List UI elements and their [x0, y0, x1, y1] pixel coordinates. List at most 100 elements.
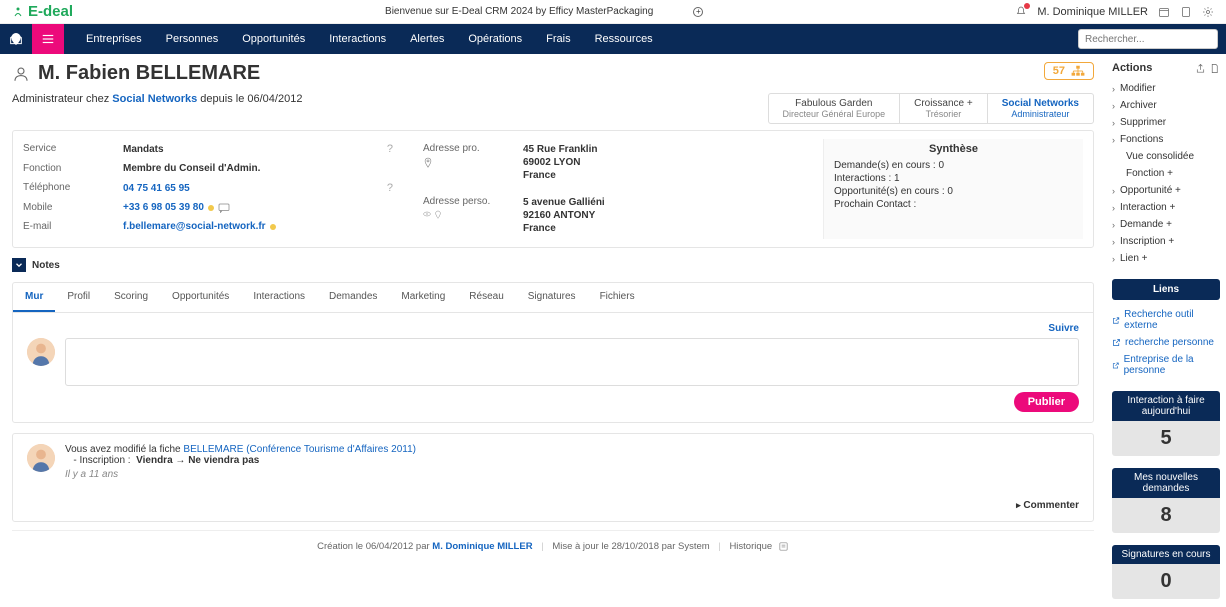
- addr-perso-block: 5 avenue Galliéni 92160 ANTONY France: [523, 196, 605, 235]
- record-footer: Création le 06/04/2012 par M. Dominique …: [12, 530, 1094, 562]
- value-mobile[interactable]: +33 6 98 05 39 80: [123, 202, 204, 213]
- help-icon[interactable]: ?: [387, 143, 393, 155]
- company-tab-1[interactable]: Fabulous Garden Directeur Général Europe: [769, 94, 901, 123]
- document-icon[interactable]: [1209, 63, 1220, 74]
- nav-item-frais[interactable]: Frais: [534, 25, 582, 53]
- action-fonctions[interactable]: ›Fonctions: [1112, 131, 1220, 148]
- addr-pro-block: 45 Rue Franklin 69002 LYON France: [523, 143, 597, 182]
- status-dot-icon: [208, 205, 214, 211]
- nav-item-ressources[interactable]: Ressources: [583, 25, 665, 53]
- chevron-right-icon: ›: [1112, 135, 1115, 145]
- action-lien[interactable]: ›Lien +: [1112, 250, 1220, 267]
- tab-fichiers[interactable]: Fichiers: [588, 283, 647, 312]
- notification-bell-icon[interactable]: [1015, 6, 1027, 18]
- company-tab-3[interactable]: Social Networks Administrateur: [988, 94, 1093, 123]
- activity-link[interactable]: BELLEMARE (Conférence Tourisme d'Affaire…: [183, 444, 416, 455]
- nav-item-opportunites[interactable]: Opportunités: [230, 25, 317, 53]
- calendar-icon[interactable]: [1158, 6, 1170, 18]
- tab-opportunites[interactable]: Opportunités: [160, 283, 241, 312]
- value-email[interactable]: f.bellemare@social-network.fr: [123, 221, 266, 232]
- lien-recherche-personne[interactable]: recherche personne: [1112, 334, 1220, 351]
- nav-item-entreprises[interactable]: Entreprises: [74, 25, 154, 53]
- chevron-right-icon: ›: [1112, 254, 1115, 264]
- role-line: Administrateur chez Social Networks depu…: [12, 93, 302, 105]
- action-demande[interactable]: ›Demande +: [1112, 216, 1220, 233]
- label-fonction: Fonction: [23, 163, 123, 174]
- map-pin-icon[interactable]: [434, 210, 442, 220]
- add-icon[interactable]: +: [693, 7, 703, 17]
- search-input[interactable]: [1085, 34, 1217, 45]
- status-dot-icon: [270, 224, 276, 230]
- value-fonction: Membre du Conseil d'Admin.: [123, 163, 260, 174]
- synthese-panel: Synthèse Demande(s) en cours : 0 Interac…: [823, 139, 1083, 239]
- notes-toggle[interactable]: Notes: [12, 258, 1094, 272]
- main-content: M. Fabien BELLEMARE 57 Administrateur ch…: [0, 54, 1106, 607]
- action-vue-consolidee[interactable]: Vue consolidée: [1112, 148, 1220, 165]
- chevron-right-icon: ›: [1112, 220, 1115, 230]
- action-interaction[interactable]: ›Interaction +: [1112, 199, 1220, 216]
- label-telephone: Téléphone: [23, 182, 123, 194]
- tab-scoring[interactable]: Scoring: [102, 283, 160, 312]
- notes-label: Notes: [32, 260, 60, 271]
- global-search[interactable]: [1078, 29, 1218, 49]
- tab-mur[interactable]: Mur: [13, 283, 55, 312]
- label-addr-pro: Adresse pro.: [423, 143, 523, 154]
- chevron-right-icon: ›: [1112, 84, 1115, 94]
- wall-post-input[interactable]: [65, 338, 1079, 386]
- eye-icon[interactable]: [423, 210, 431, 218]
- company-tab-2[interactable]: Croissance + Trésorier: [900, 94, 988, 123]
- person-icon: [12, 65, 30, 83]
- action-opportunite[interactable]: ›Opportunité +: [1112, 182, 1220, 199]
- comment-link[interactable]: ▸ Commenter: [65, 500, 1079, 511]
- stat-nouvelles-demandes[interactable]: Mes nouvelles demandes 8: [1112, 468, 1220, 533]
- external-link-icon: [1112, 338, 1121, 347]
- stat-interactions-today[interactable]: Interaction à faire aujourd'hui 5: [1112, 391, 1220, 456]
- history-link[interactable]: Historique: [729, 541, 772, 552]
- avatar: [27, 338, 55, 366]
- settings-gear-icon[interactable]: [1202, 6, 1214, 18]
- lien-recherche-externe[interactable]: Recherche outil externe: [1112, 306, 1220, 334]
- action-archiver[interactable]: ›Archiver: [1112, 97, 1220, 114]
- stat-signatures[interactable]: Signatures en cours 0: [1112, 545, 1220, 599]
- lien-entreprise-personne[interactable]: Entreprise de la personne: [1112, 351, 1220, 379]
- tab-marketing[interactable]: Marketing: [389, 283, 457, 312]
- nav-item-alertes[interactable]: Alertes: [398, 25, 456, 53]
- activity-item: Vous avez modifié la fiche BELLEMARE (Co…: [12, 433, 1094, 522]
- tablet-icon[interactable]: [1180, 6, 1192, 18]
- tab-reseau[interactable]: Réseau: [457, 283, 515, 312]
- action-modifier[interactable]: ›Modifier: [1112, 80, 1220, 97]
- details-panel: ServiceMandats? FonctionMembre du Consei…: [12, 130, 1094, 248]
- hamburger-menu-icon[interactable]: [32, 24, 64, 54]
- brand-icon: [12, 6, 24, 18]
- tab-signatures[interactable]: Signatures: [516, 283, 588, 312]
- nav-items: Entreprises Personnes Opportunités Inter…: [64, 25, 665, 53]
- map-pin-icon[interactable]: [423, 157, 433, 169]
- brand-text: E-deal: [28, 3, 73, 20]
- tab-interactions[interactable]: Interactions: [241, 283, 317, 312]
- tab-profil[interactable]: Profil: [55, 283, 102, 312]
- follow-link[interactable]: Suivre: [27, 323, 1079, 334]
- nav-item-interactions[interactable]: Interactions: [317, 25, 398, 53]
- nav-item-operations[interactable]: Opérations: [456, 25, 534, 53]
- action-supprimer[interactable]: ›Supprimer: [1112, 114, 1220, 131]
- history-icon[interactable]: [778, 541, 789, 552]
- publish-button[interactable]: Publier: [1014, 392, 1079, 412]
- created-by-link[interactable]: M. Dominique MILLER: [432, 541, 532, 552]
- home-icon[interactable]: [0, 24, 32, 54]
- activity-change-label: - Inscription :: [65, 455, 133, 466]
- sms-icon[interactable]: [218, 203, 230, 213]
- tab-demandes[interactable]: Demandes: [317, 283, 389, 312]
- action-inscription[interactable]: ›Inscription +: [1112, 233, 1220, 250]
- action-fonction-plus[interactable]: Fonction +: [1112, 165, 1220, 182]
- help-icon[interactable]: ?: [387, 182, 393, 194]
- current-user[interactable]: M. Dominique MILLER: [1037, 6, 1148, 18]
- value-telephone[interactable]: 04 75 41 65 95: [123, 182, 190, 194]
- brand-logo[interactable]: E-deal: [12, 3, 73, 20]
- chevron-right-icon: ›: [1112, 186, 1115, 196]
- score-badge[interactable]: 57: [1044, 62, 1094, 80]
- activity-text: Vous avez modifié la fiche: [65, 444, 183, 455]
- company-link[interactable]: Social Networks: [112, 93, 197, 105]
- share-icon[interactable]: [1195, 63, 1206, 74]
- nav-item-personnes[interactable]: Personnes: [154, 25, 231, 53]
- synthese-row: Demande(s) en cours : 0: [834, 159, 1073, 172]
